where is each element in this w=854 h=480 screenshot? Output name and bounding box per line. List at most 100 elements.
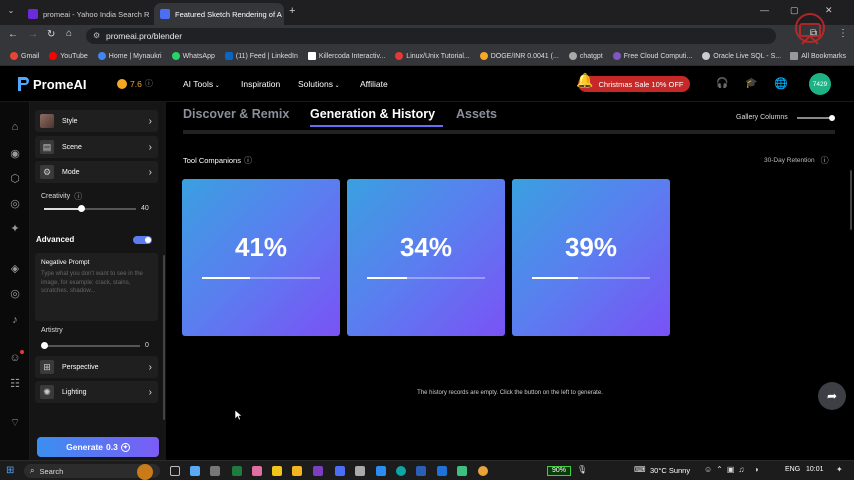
windows-start-icon[interactable]: ⊞ — [6, 465, 14, 476]
tab-assets[interactable]: Assets — [456, 107, 497, 121]
promeai-logo[interactable]: PromeAI — [16, 76, 86, 92]
scene-row[interactable]: ▤ Scene › — [35, 136, 158, 158]
bookmark-youtube[interactable]: YouTube — [49, 52, 88, 60]
excel-icon[interactable] — [232, 466, 242, 476]
advanced-toggle[interactable] — [133, 236, 152, 244]
tab-generation-history[interactable]: Generation & History — [310, 107, 435, 121]
generation-card[interactable]: 41% — [182, 179, 340, 336]
site-info-icon[interactable]: ⚙ — [93, 31, 100, 40]
generate-button[interactable]: Generate 0.3 ✦ — [37, 437, 159, 457]
home-icon[interactable]: ⌂ — [8, 120, 22, 134]
nav-solutions[interactable]: Solutions ⌄ — [298, 79, 340, 89]
gallery-columns-handle[interactable] — [829, 115, 835, 121]
negative-prompt-box[interactable]: Negative Prompt Type what you don't want… — [35, 253, 158, 321]
notification-bell-icon[interactable]: ♪ — [8, 313, 22, 327]
lightbulb-icon[interactable]: ✦ — [8, 222, 22, 236]
artistry-slider-handle[interactable] — [41, 342, 48, 349]
user-avatar[interactable]: 7429 — [809, 73, 831, 95]
bookmark-linux-tutorial[interactable]: Linux/Unix Tutorial... — [395, 52, 470, 60]
artistry-slider[interactable] — [41, 342, 140, 349]
bookmark-free-cloud[interactable]: Free Cloud Computi... — [612, 52, 692, 60]
help-icon[interactable]: ⓘ — [821, 155, 829, 166]
bookmark-killercoda[interactable]: Killercoda Interactiv... — [307, 52, 385, 60]
style-row[interactable]: Style › — [35, 110, 158, 132]
microphone-icon[interactable]: 🎙 — [577, 465, 587, 474]
language-globe-icon[interactable]: 🌐 — [774, 77, 788, 90]
camera-icon[interactable]: ◎ — [8, 197, 22, 211]
app-icon-9[interactable] — [355, 466, 365, 476]
creativity-slider-handle[interactable] — [77, 205, 85, 212]
keyboard-icon[interactable]: ⌨ — [634, 465, 646, 474]
home-icon[interactable]: ⌂ — [66, 28, 72, 39]
notifications-icon[interactable]: ✦ — [836, 465, 843, 474]
edge-icon[interactable] — [396, 466, 406, 476]
cube-3d-icon[interactable]: ⬡ — [8, 172, 22, 186]
generation-card[interactable]: 34% — [347, 179, 505, 336]
creativity-slider[interactable] — [44, 205, 136, 212]
app-icon-14[interactable] — [457, 466, 467, 476]
word-icon[interactable] — [416, 466, 426, 476]
negative-prompt-placeholder[interactable]: Type what you don't want to see in the i… — [41, 270, 149, 296]
learn-cap-icon[interactable]: 🎓 — [745, 78, 757, 89]
language-indicator[interactable]: ENG — [785, 466, 800, 473]
main-scrollbar[interactable] — [850, 170, 852, 230]
app-icon-1[interactable] — [190, 466, 200, 476]
team-icon[interactable]: ☷ — [8, 377, 22, 391]
battery-indicator[interactable]: 90% — [547, 466, 571, 476]
bookmark-gmail[interactable]: Gmail — [10, 52, 39, 60]
compass-icon[interactable]: ◈ — [8, 262, 22, 276]
nav-affiliate[interactable]: Affiliate — [360, 79, 388, 89]
mode-row[interactable]: ⚙ Mode › — [35, 161, 158, 183]
weather-text[interactable]: 30°C Sunny — [650, 466, 690, 475]
generation-card[interactable]: 39% — [512, 179, 670, 336]
task-view-icon[interactable] — [170, 466, 180, 476]
file-explorer-icon[interactable] — [292, 466, 302, 476]
help-icon[interactable]: ⓘ — [74, 191, 82, 202]
chrome-icon[interactable] — [478, 466, 488, 476]
support-headset-icon[interactable]: 🎧 — [716, 78, 728, 89]
app-icon-4[interactable] — [252, 466, 262, 476]
minimize-icon[interactable]: — — [760, 5, 769, 15]
target-icon[interactable]: ◎ — [8, 287, 22, 301]
sidebar-scrollbar[interactable] — [163, 255, 165, 420]
bookmark-linkedin[interactable]: (11) Feed | LinkedIn — [224, 52, 298, 60]
app-icon-10[interactable] — [376, 466, 386, 476]
christmas-sale-banner[interactable]: 🔔 Christmas Sale 10% OFF — [576, 72, 690, 92]
bookmark-chatgpt[interactable]: chatgpt — [568, 52, 603, 60]
perspective-row[interactable]: ⊞ Perspective › — [35, 356, 158, 378]
help-icon[interactable]: ⓘ — [244, 155, 252, 166]
address-bar[interactable]: ⚙ promeai.pro/blender — [86, 28, 776, 44]
outlook-icon[interactable] — [437, 466, 447, 476]
bookmark-naukri[interactable]: Home | Mynaukri — [97, 52, 162, 60]
tab-yahoo[interactable]: promeai - Yahoo India Search R ✕ — [22, 3, 152, 25]
credits-badge[interactable]: 7.6 ⓘ — [117, 78, 153, 89]
lighting-row[interactable]: ✺ Lighting › — [35, 381, 158, 403]
oracle-icon — [702, 52, 711, 60]
all-bookmarks[interactable]: All Bookmarks — [790, 52, 846, 60]
info-icon[interactable]: ⓘ — [145, 78, 153, 89]
clock[interactable]: 10:01 — [806, 466, 824, 473]
back-icon[interactable]: ← — [8, 29, 18, 40]
share-button[interactable]: ➦ — [818, 382, 846, 410]
gallery-columns-slider[interactable] — [797, 115, 835, 121]
nav-ai-tools[interactable]: AI Tools ⌄ — [183, 79, 220, 89]
forward-icon[interactable]: → — [28, 29, 38, 40]
search-highlight-icon[interactable] — [137, 464, 153, 480]
onenote-icon[interactable] — [313, 466, 323, 476]
bookmark-whatsapp[interactable]: WhatsApp — [171, 52, 215, 60]
ai-chat-icon[interactable]: ◉ — [8, 147, 22, 161]
app-icon-2[interactable] — [210, 466, 220, 476]
new-tab-button[interactable]: + — [289, 5, 295, 17]
basket-icon[interactable]: ⌔ — [8, 416, 22, 430]
bookmark-doge[interactable]: DOGE/INR 0.0041 (... — [479, 52, 559, 60]
tab-promeai[interactable]: Featured Sketch Rendering of A ✕ — [154, 3, 284, 25]
bookmark-oracle[interactable]: Oracle Live SQL - S... — [702, 52, 781, 60]
tab-discover-remix[interactable]: Discover & Remix — [183, 107, 289, 121]
nav-inspiration[interactable]: Inspiration — [241, 79, 280, 89]
tray-icons[interactable]: ☺⌃▣♫ ◗ — [704, 465, 763, 474]
notes-icon[interactable] — [272, 466, 282, 476]
app-icon-8[interactable] — [335, 466, 345, 476]
menu-icon[interactable]: ⋮ — [838, 28, 848, 39]
tab-search-icon[interactable]: ⌄ — [5, 6, 17, 18]
reload-icon[interactable]: ↻ — [47, 29, 55, 40]
